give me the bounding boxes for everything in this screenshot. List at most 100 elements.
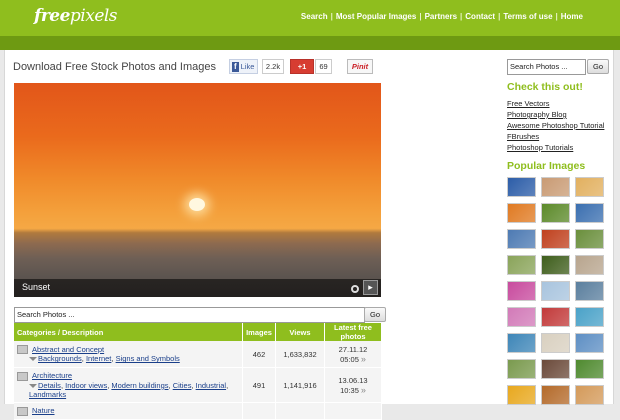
popular-image-thumbnail[interactable] xyxy=(507,307,536,327)
popular-image-thumbnail[interactable] xyxy=(507,333,536,353)
category-link[interactable]: Nature xyxy=(32,406,55,415)
nav-separator: | xyxy=(498,12,501,21)
subcategory-link[interactable]: Modern buildings xyxy=(111,381,168,390)
logo[interactable]: freepixels xyxy=(34,6,118,26)
subcategory-link[interactable]: Cities xyxy=(173,381,192,390)
link-free-vectors[interactable]: Free Vectors xyxy=(507,98,604,109)
popular-image-thumbnail[interactable] xyxy=(575,177,604,197)
category-link[interactable]: Architecture xyxy=(32,371,72,380)
popular-image-thumbnail[interactable] xyxy=(575,385,604,405)
latest-photo-cell xyxy=(324,402,382,420)
popular-image-thumbnail[interactable] xyxy=(575,229,604,249)
featured-photo-sunset[interactable]: Sunset ▸ xyxy=(14,83,381,297)
folder-icon xyxy=(17,345,28,355)
popular-image-thumbnail[interactable] xyxy=(541,281,570,301)
popular-image-thumbnail[interactable] xyxy=(575,255,604,275)
nav-separator: | xyxy=(330,12,333,21)
popular-image-thumbnail[interactable] xyxy=(575,333,604,353)
link-photography-blog[interactable]: Photography Blog xyxy=(507,109,604,120)
categories-table: Categories / Description Images Views La… xyxy=(14,323,382,420)
subcategory-link[interactable]: Industrial xyxy=(196,381,226,390)
slideshow-indicator-icon[interactable] xyxy=(351,285,359,293)
nav-search[interactable]: Search xyxy=(301,12,328,21)
subcategory-list: Backgrounds, Internet, Signs and Symbols xyxy=(29,354,180,363)
link-photoshop-tutorial[interactable]: Awesome Photoshop Tutorial xyxy=(507,120,604,131)
nav-separator: | xyxy=(419,12,422,21)
latest-photo-cell: 27.11.12 05:05» xyxy=(324,341,382,368)
nav-separator: | xyxy=(555,12,558,21)
popular-image-thumbnail[interactable] xyxy=(541,203,570,223)
popular-image-thumbnail[interactable] xyxy=(575,281,604,301)
featured-caption: Sunset xyxy=(22,282,51,292)
popular-image-thumbnail[interactable] xyxy=(541,177,570,197)
subcategory-link[interactable]: Signs and Symbols xyxy=(116,354,180,363)
nav-home[interactable]: Home xyxy=(561,12,583,21)
popular-image-thumbnail[interactable] xyxy=(541,307,570,327)
double-arrow-icon[interactable]: » xyxy=(361,385,366,395)
latest-photo-cell: 13.06.13 10:35» xyxy=(324,367,382,403)
next-arrow-icon[interactable]: ▸ xyxy=(363,280,378,295)
views-count: 1,633,832 xyxy=(275,341,325,368)
category-link[interactable]: Abstract and Concept xyxy=(32,345,104,354)
logo-text-free: free xyxy=(34,6,70,26)
popular-image-thumbnail[interactable] xyxy=(541,255,570,275)
facebook-icon: f xyxy=(232,61,239,72)
nav-contact[interactable]: Contact xyxy=(465,12,495,21)
col-header-categories: Categories / Description xyxy=(14,323,243,341)
nav-terms[interactable]: Terms of use xyxy=(503,12,552,21)
google-plus-count: 69 xyxy=(315,59,332,74)
nav-partners[interactable]: Partners xyxy=(425,12,457,21)
subcategory-link[interactable]: Indoor views xyxy=(65,381,107,390)
sidebar-search-input[interactable] xyxy=(507,59,586,75)
facebook-like-label: Like xyxy=(240,62,255,71)
subcategory-link[interactable]: Backgrounds xyxy=(38,354,82,363)
double-arrow-icon[interactable]: » xyxy=(361,354,366,364)
table-row: Architecture Details, Indoor views, Mode… xyxy=(14,367,382,403)
main-search-go-button[interactable]: Go xyxy=(364,307,386,322)
folder-icon xyxy=(17,406,28,416)
subcategory-list: Details, Indoor views, Modern buildings,… xyxy=(29,380,229,399)
popular-images-heading: Popular Images xyxy=(507,160,586,172)
images-count: 491 xyxy=(242,367,276,403)
sidebar-links: Free Vectors Photography Blog Awesome Ph… xyxy=(507,98,604,153)
views-count: 1,141,916 xyxy=(275,367,325,403)
nav-separator: | xyxy=(460,12,463,21)
popular-image-thumbnail[interactable] xyxy=(507,203,536,223)
table-row: Abstract and Concept Backgrounds, Intern… xyxy=(14,341,382,368)
subcategory-link[interactable]: Details xyxy=(38,381,61,390)
subcategory-link[interactable]: Landmarks xyxy=(29,390,66,399)
expand-arrow-icon[interactable] xyxy=(29,357,37,362)
top-nav: Search | Most Popular Images | Partners | C… xyxy=(301,12,583,21)
featured-caption-bar: Sunset xyxy=(14,279,381,297)
popular-image-thumbnail[interactable] xyxy=(507,177,536,197)
facebook-like-count: 2.2k xyxy=(262,59,284,74)
nav-most-popular[interactable]: Most Popular Images xyxy=(336,12,416,21)
popular-image-thumbnail[interactable] xyxy=(507,229,536,249)
popular-images-grid xyxy=(507,177,611,405)
category-cell: Architecture Details, Indoor views, Mode… xyxy=(14,367,243,403)
link-photoshop-tutorials[interactable]: Photoshop Tutorials xyxy=(507,142,604,153)
subcategory-link[interactable]: Internet xyxy=(86,354,111,363)
popular-image-thumbnail[interactable] xyxy=(541,359,570,379)
expand-arrow-icon[interactable] xyxy=(29,383,37,388)
popular-image-thumbnail[interactable] xyxy=(507,281,536,301)
popular-image-thumbnail[interactable] xyxy=(575,307,604,327)
popular-image-thumbnail[interactable] xyxy=(507,255,536,275)
pinterest-button[interactable]: Pinit xyxy=(347,59,373,74)
popular-image-thumbnail[interactable] xyxy=(541,333,570,353)
images-count xyxy=(242,402,276,420)
table-row: Nature xyxy=(14,402,382,420)
logo-text-pixels: pixels xyxy=(69,6,118,26)
content-wrapper: Download Free Stock Photos and Images f … xyxy=(4,50,614,420)
google-plus-button[interactable]: +1 xyxy=(290,59,314,74)
popular-image-thumbnail[interactable] xyxy=(541,229,570,249)
link-fbrushes[interactable]: FBrushes xyxy=(507,131,604,142)
popular-image-thumbnail[interactable] xyxy=(541,385,570,405)
popular-image-thumbnail[interactable] xyxy=(575,203,604,223)
popular-image-thumbnail[interactable] xyxy=(507,385,536,405)
popular-image-thumbnail[interactable] xyxy=(575,359,604,379)
facebook-like-button[interactable]: f Like xyxy=(229,59,259,74)
popular-image-thumbnail[interactable] xyxy=(507,359,536,379)
main-search-input[interactable] xyxy=(14,307,365,323)
sidebar-search-go-button[interactable]: Go xyxy=(587,59,609,74)
